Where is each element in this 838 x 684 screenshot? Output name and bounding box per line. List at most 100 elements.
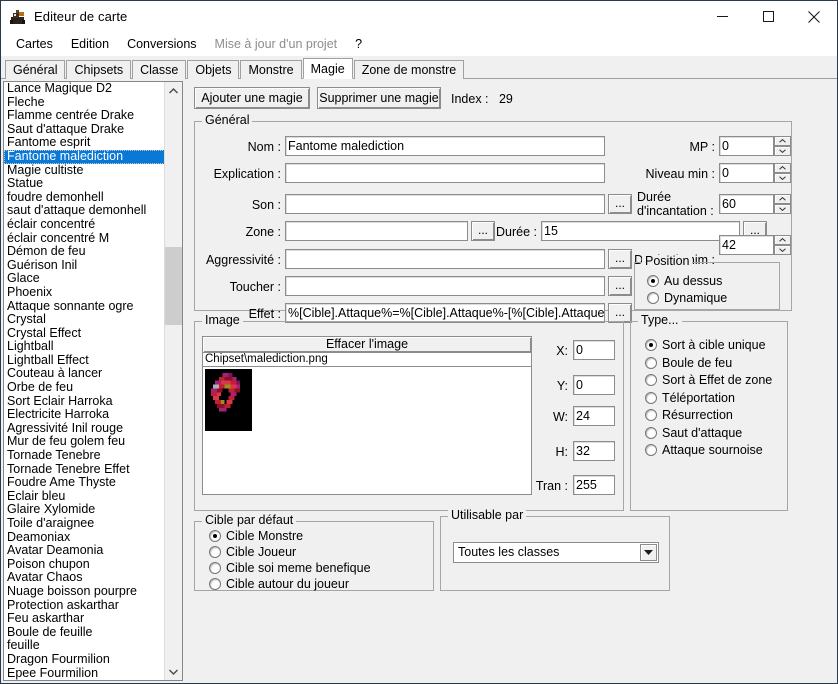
spell-list-item[interactable]: Crystal [4, 313, 165, 327]
radio-cible-1-radio-icon[interactable] [209, 546, 221, 558]
zone-input[interactable] [285, 221, 468, 241]
radio-type-5-radio-icon[interactable] [645, 427, 657, 439]
radio-cible-2[interactable]: Cible soi meme benefique [209, 561, 371, 575]
scrollbar-thumb[interactable] [165, 247, 182, 325]
radio-type-3-radio-icon[interactable] [645, 392, 657, 404]
radio-type-1-radio-icon[interactable] [645, 357, 657, 369]
niveau-min-input[interactable]: 0 [719, 163, 774, 183]
spell-list-item[interactable]: Lance Magique D2 [4, 82, 165, 96]
spell-list-item[interactable]: Epee Fourmilion [4, 667, 165, 680]
tab-chipsets[interactable]: Chipsets [66, 60, 131, 79]
radio-type-6-radio-icon[interactable] [645, 444, 657, 456]
duree-incantation-spinner-up-icon[interactable] [774, 194, 791, 204]
scroll-up-icon[interactable] [165, 82, 182, 99]
tab-zone-de-monstre[interactable]: Zone de monstre [354, 60, 465, 79]
spell-list-item[interactable]: Electricite Harroka [4, 408, 165, 422]
spell-list-item[interactable]: saut d'attaque demonhell [4, 204, 165, 218]
effet-browse-button[interactable]: ... [608, 303, 632, 323]
menu-cartes[interactable]: Cartes [7, 34, 62, 54]
niveau-min-spinner-down-icon[interactable] [774, 173, 791, 183]
radio-position-dynamique[interactable]: Dynamique [647, 291, 727, 305]
image-h-input[interactable]: 32 [573, 441, 615, 461]
spell-list-item[interactable]: Boule de feuille [4, 626, 165, 640]
utilisable-par-combobox[interactable]: Toutes les classes [453, 542, 659, 563]
menu-help[interactable]: ? [346, 34, 371, 54]
spell-list-item[interactable]: Attaque sonnante ogre [4, 300, 165, 314]
radio-au-dessus-icon[interactable] [647, 275, 659, 287]
radio-type-0[interactable]: Sort à cible unique [645, 338, 766, 352]
niveau-min-spinner-up-icon[interactable] [774, 163, 791, 173]
spell-list-item[interactable]: Démon de feu [4, 245, 165, 259]
radio-type-0-radio-icon[interactable] [645, 339, 657, 351]
spell-list-item[interactable]: Guérison Inil [4, 259, 165, 273]
spell-list-item[interactable]: Foudre Ame Thyste [4, 476, 165, 490]
tab-magie[interactable]: Magie [303, 58, 353, 79]
spell-list-item[interactable]: Fleche [4, 96, 165, 110]
spell-list-item[interactable]: Fantome malediction [4, 150, 165, 164]
radio-type-5[interactable]: Saut d'attaque [645, 426, 742, 440]
spell-list-item[interactable]: Avatar Chaos [4, 571, 165, 585]
radio-type-3[interactable]: Téléportation [645, 391, 735, 405]
chevron-down-icon[interactable] [640, 544, 657, 561]
spell-list-item[interactable]: Deamoniax [4, 531, 165, 545]
son-browse-button[interactable]: ... [608, 194, 632, 214]
radio-type-1[interactable]: Boule de feu [645, 356, 732, 370]
mp-spinner[interactable] [774, 136, 791, 156]
image-tran-input[interactable]: 255 [573, 475, 615, 495]
image-path-field[interactable]: Chipset\malediction.png [202, 353, 532, 367]
spell-list-item[interactable]: feuille [4, 639, 165, 653]
spell-list-item[interactable]: Protection askarthar [4, 599, 165, 613]
aggressivite-input[interactable] [285, 249, 605, 269]
tab-objets[interactable]: Objets [187, 60, 239, 79]
spell-list-item[interactable]: Crystal Effect [4, 327, 165, 341]
duree-incantation-spinner[interactable] [774, 194, 791, 214]
menu-conversions[interactable]: Conversions [118, 34, 205, 54]
image-x-input[interactable]: 0 [573, 340, 615, 360]
spell-list-item[interactable]: Tornade Tenebre Effet [4, 463, 165, 477]
toucher-browse-button[interactable]: ... [608, 276, 632, 296]
duree-anim-spinner-up-icon[interactable] [774, 235, 791, 245]
niveau-min-spinner[interactable] [774, 163, 791, 183]
spell-list-item[interactable]: Feu askarthar [4, 612, 165, 626]
image-preview-canvas[interactable] [202, 367, 532, 495]
tab-monstre[interactable]: Monstre [240, 60, 301, 79]
radio-cible-0-radio-icon[interactable] [209, 530, 221, 542]
spell-list-item[interactable]: Agressivité Inil rouge [4, 422, 165, 436]
spell-list-item[interactable]: Mur de feu golem feu [4, 435, 165, 449]
spell-listbox[interactable]: Lance Magique D2FlecheFlamme centrée Dra… [3, 81, 183, 681]
delete-magie-button[interactable]: Supprimer une magie [317, 87, 441, 109]
duree-anim-spinner[interactable] [774, 235, 791, 255]
spell-list-item[interactable]: Orbe de feu [4, 381, 165, 395]
radio-type-2-radio-icon[interactable] [645, 374, 657, 386]
radio-cible-1[interactable]: Cible Joueur [209, 545, 296, 559]
clear-image-button[interactable]: Effacer l'image [202, 336, 532, 353]
radio-dynamique-icon[interactable] [647, 292, 659, 304]
duree-input[interactable]: 15 [541, 221, 740, 241]
tab-general[interactable]: Général [5, 60, 65, 79]
toucher-input[interactable] [285, 276, 605, 296]
image-w-input[interactable]: 24 [573, 406, 615, 426]
spell-list-scrollbar[interactable] [164, 82, 182, 680]
zone-browse-button[interactable]: ... [471, 221, 495, 241]
spell-list-item[interactable]: Lightball [4, 340, 165, 354]
spell-list-item[interactable]: Nuage boisson pourpre [4, 585, 165, 599]
spell-list-item[interactable]: Fantome esprit [4, 136, 165, 150]
spell-list-item[interactable]: foudre demonhell [4, 191, 165, 205]
menu-edition[interactable]: Edition [62, 34, 118, 54]
spell-list-item[interactable]: Tornade Tenebre [4, 449, 165, 463]
radio-type-2[interactable]: Sort à Effet de zone [645, 373, 772, 387]
tab-classe[interactable]: Classe [132, 60, 186, 79]
mp-spinner-down-icon[interactable] [774, 146, 791, 156]
spell-list-item[interactable]: Toile d'araignee [4, 517, 165, 531]
duree-incantation-input[interactable]: 60 [719, 194, 774, 214]
mp-spinner-up-icon[interactable] [774, 136, 791, 146]
spell-list-items[interactable]: Lance Magique D2FlecheFlamme centrée Dra… [4, 82, 165, 680]
minimize-icon[interactable] [699, 1, 745, 32]
nom-input[interactable]: Fantome malediction [285, 136, 605, 156]
image-y-input[interactable]: 0 [573, 375, 615, 395]
radio-cible-2-radio-icon[interactable] [209, 562, 221, 574]
son-input[interactable] [285, 194, 605, 214]
spell-list-item[interactable]: Dragon Fourmilion [4, 653, 165, 667]
spell-list-item[interactable]: éclair concentré M [4, 232, 165, 246]
spell-list-item[interactable]: Lightball Effect [4, 354, 165, 368]
